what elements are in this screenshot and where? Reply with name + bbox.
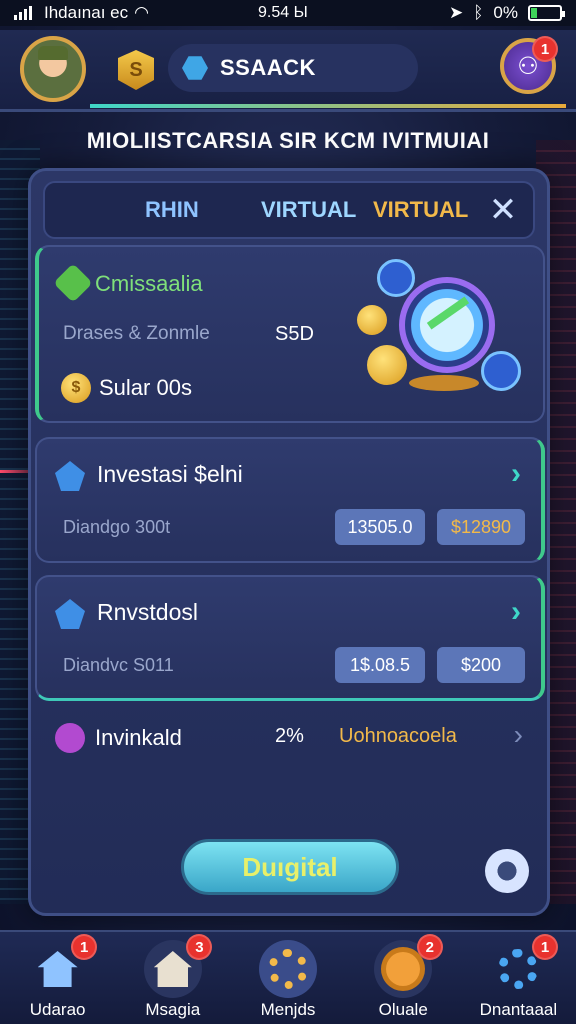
battery-icon <box>528 5 565 21</box>
gem-icon <box>55 599 85 629</box>
tab-virtual-active[interactable]: VIRTUAL <box>373 197 468 223</box>
shield-icon[interactable]: S <box>118 50 154 90</box>
shield-glyph: S <box>129 58 143 81</box>
nav-label: Menjds <box>260 1000 316 1019</box>
investment-title: Rnvstdosl <box>97 599 198 625</box>
investment-label: Diandvc S011 <box>63 655 174 675</box>
gear-icon <box>259 940 317 998</box>
nav-badge: 3 <box>186 934 213 960</box>
feature-card[interactable]: Cmissaalia Drases & Zonmle S5D $ Sular 0… <box>35 245 545 423</box>
nav-label: Udarao <box>29 1000 86 1019</box>
feature-row-label: Drases & Zonmle <box>63 323 210 344</box>
profile-button[interactable]: ⚇ 1 <box>500 36 558 94</box>
investment-title: Investasi $elni <box>97 461 243 487</box>
digital-button[interactable]: Duıgital <box>181 839 399 895</box>
battery-percent: 0% <box>493 3 518 22</box>
profile-badge: 1 <box>532 36 558 62</box>
pedestal-icon <box>409 375 479 391</box>
gem-icon <box>55 461 85 491</box>
nav-item-msagia[interactable]: Msagia 3 <box>115 932 230 1024</box>
main-panel: RHIN VIRTUAL VIRTUAL ✕ Cmissaalia Drases… <box>28 168 550 916</box>
chevron-right-icon[interactable]: › <box>511 457 521 491</box>
gear-icon[interactable] <box>485 849 529 893</box>
investment-value-a: 1$.08.5 <box>335 647 425 683</box>
coin-icon <box>367 345 407 385</box>
coin-icon <box>357 305 387 335</box>
nav-badge: 1 <box>71 934 98 960</box>
investment-illustration <box>357 255 527 415</box>
search-bar[interactable]: SSAACK <box>168 44 418 92</box>
nav-label: Msagia <box>145 1000 201 1019</box>
hexagon-icon <box>182 56 208 80</box>
carrier-label: Ihdaınaı ec <box>44 3 129 22</box>
nav-item-oluale[interactable]: Oluale 2 <box>346 932 461 1024</box>
investment-value-b: $200 <box>437 647 525 683</box>
nav-badge: 2 <box>416 934 443 960</box>
feature-sub-label: Sular 00s <box>99 375 192 400</box>
wifi-icon: ◠ <box>134 3 149 22</box>
bluetooth-icon: ᛒ <box>473 3 484 22</box>
bubble-icon <box>481 351 521 391</box>
nav-item-dnantaaal[interactable]: Dnantaaal 1 <box>461 932 576 1024</box>
invalid-status: Uohnoacoela <box>339 725 457 747</box>
growth-ring-icon <box>399 277 495 373</box>
coin-glyph: $ <box>71 379 81 396</box>
signal-icon <box>14 6 32 20</box>
investment-value-b: $12890 <box>437 509 525 545</box>
hex-badge-icon <box>55 723 85 753</box>
chevron-right-icon[interactable]: › <box>514 719 523 751</box>
bubble-icon <box>377 259 415 297</box>
nav-label: Oluale <box>378 1000 428 1019</box>
header-glow-line <box>90 104 566 108</box>
tab-bar: RHIN VIRTUAL VIRTUAL ✕ <box>43 181 535 239</box>
search-text: SSAACK <box>220 55 316 80</box>
app-header: S SSAACK ⚇ 1 <box>0 30 576 112</box>
invalid-row[interactable]: Invinkald 2% Uohnoacoela › <box>35 711 545 761</box>
status-bar: Ihdaınaı ec ◠ 9.54 Ы ➤ ᛒ 0% <box>0 0 576 26</box>
investment-value-a: 13505.0 <box>335 509 425 545</box>
investment-label: Diandgo 300t <box>63 517 171 537</box>
coin-icon: $ <box>61 373 91 403</box>
invalid-label: Invinkald <box>95 725 182 750</box>
feature-row-value: S5D <box>275 323 314 345</box>
tab-rhin[interactable]: RHIN <box>145 197 199 223</box>
chevron-right-icon[interactable]: › <box>511 595 521 629</box>
diamond-icon <box>53 263 93 303</box>
nav-item-udarao[interactable]: Udarao 1 <box>0 932 115 1024</box>
page-title: MIOLIISTCARSIA SIR KCM IVITMUIAI <box>86 128 490 153</box>
tab-virtual[interactable]: VIRTUAL <box>261 197 356 223</box>
feature-title: Cmissaalia <box>95 271 203 296</box>
location-icon: ➤ <box>448 3 464 22</box>
invalid-percent: 2% <box>275 725 304 747</box>
nav-label: Dnantaaal <box>479 1000 558 1019</box>
nav-item-menjds[interactable]: Menjds <box>230 932 345 1024</box>
investment-card[interactable]: Investasi $elni › Diandgo 300t 13505.0 $… <box>35 437 545 563</box>
avatar[interactable] <box>20 36 86 102</box>
investment-card[interactable]: Rnvstdosl › Diandvc S011 1$.08.5 $200 <box>35 575 545 701</box>
close-icon[interactable]: ✕ <box>487 193 519 227</box>
bottom-nav: Udarao 1 Msagia 3 Menjds Oluale 2 Dnanta… <box>0 930 576 1024</box>
nav-badge: 1 <box>532 934 559 960</box>
status-time: 9.54 Ы <box>258 4 308 21</box>
